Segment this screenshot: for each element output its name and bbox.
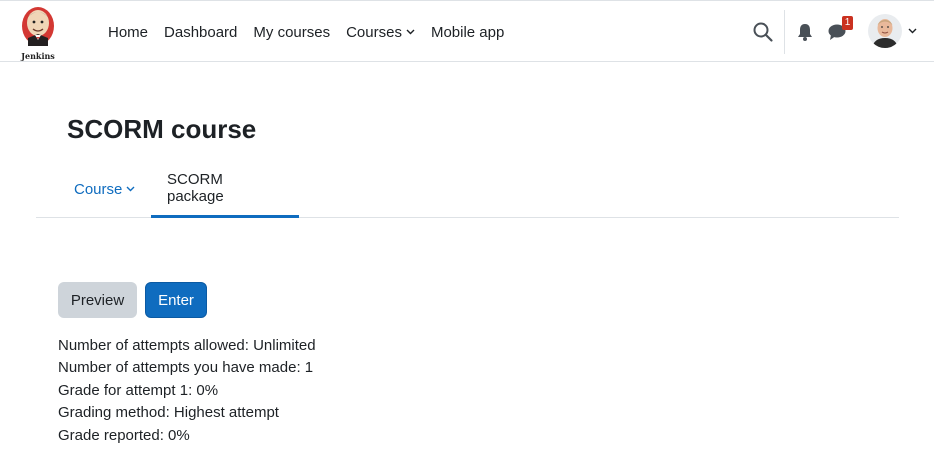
nav-my-courses[interactable]: My courses: [245, 1, 338, 63]
tab-scorm-package[interactable]: SCORM package: [151, 160, 299, 218]
notifications-button[interactable]: [796, 22, 814, 42]
top-navbar: Jenkins Home Dashboard My courses Course…: [0, 0, 934, 62]
attempt-info: Number of attempts allowed: Unlimited Nu…: [58, 335, 316, 447]
preview-button[interactable]: Preview: [58, 282, 137, 318]
nav-dashboard-label: Dashboard: [164, 23, 238, 41]
jenkins-logo-icon: [22, 7, 54, 46]
nav-my-courses-label: My courses: [253, 23, 331, 41]
chevron-down-icon: [126, 186, 135, 192]
page-title: SCORM course: [67, 114, 257, 144]
tab-course-label: Course: [74, 180, 123, 198]
nav-courses-dropdown[interactable]: Courses: [338, 1, 423, 63]
search-button[interactable]: [752, 21, 774, 43]
nav-dashboard[interactable]: Dashboard: [156, 1, 245, 63]
primary-navigation: Home Dashboard My courses Courses Mobile…: [100, 1, 512, 63]
user-menu-toggle[interactable]: [866, 14, 922, 50]
tab-scorm-package-label: SCORM package: [167, 170, 224, 205]
message-count-badge: 1: [842, 16, 853, 30]
avatar: [868, 14, 902, 48]
nav-mobile-app-label: Mobile app: [430, 23, 505, 41]
logo-text: Jenkins: [21, 51, 55, 61]
site-logo[interactable]: Jenkins: [16, 4, 60, 61]
secondary-navigation: Course SCORM package: [36, 160, 899, 218]
grade-attempt-1: Grade for attempt 1: 0%: [58, 381, 219, 399]
enter-button[interactable]: Enter: [145, 282, 207, 318]
nav-home-label: Home: [108, 23, 149, 41]
tab-course[interactable]: Course: [58, 160, 151, 218]
attempts-made: Number of attempts you have made: 1: [58, 359, 314, 377]
chevron-down-icon: [908, 28, 917, 34]
bell-icon: [798, 24, 812, 41]
navbar-divider: [784, 10, 785, 54]
nav-courses-label: Courses: [346, 23, 402, 41]
search-icon: [753, 22, 773, 42]
grading-method: Grading method: Highest attempt: [58, 404, 279, 422]
nav-mobile-app[interactable]: Mobile app: [423, 1, 512, 63]
nav-home[interactable]: Home: [100, 1, 156, 63]
user-avatar-icon: [868, 14, 902, 48]
attempts-allowed: Number of attempts allowed: Unlimited: [58, 337, 316, 354]
grade-reported: Grade reported: 0%: [58, 426, 190, 444]
chevron-down-icon: [406, 29, 415, 35]
